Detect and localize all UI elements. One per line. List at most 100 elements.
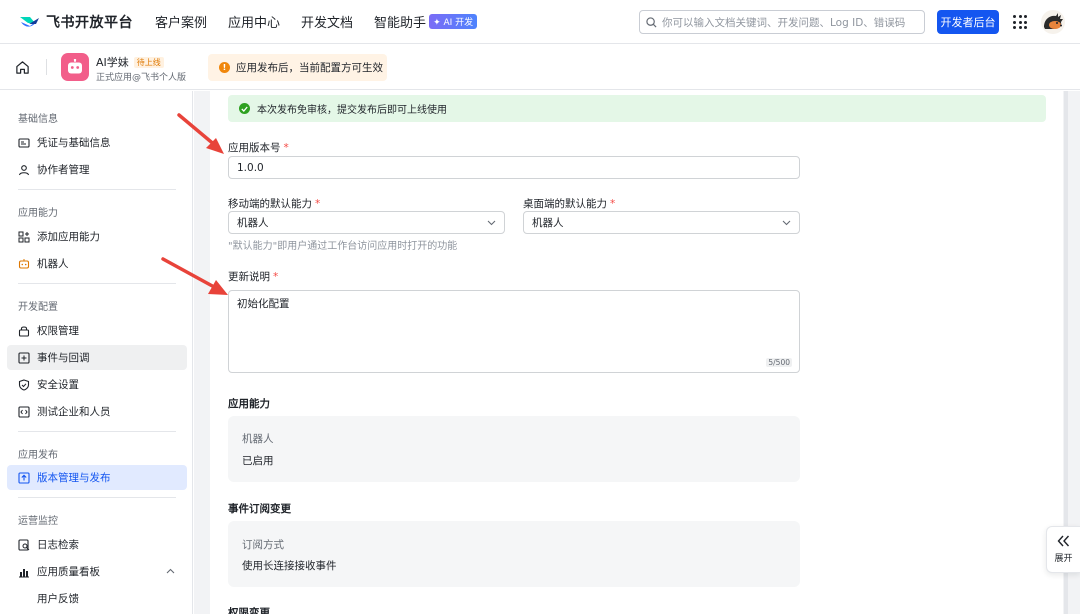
capabilities-box: 机器人 已启用 (228, 416, 800, 482)
expand-label: 展开 (1054, 554, 1073, 564)
top-navigation-bar: 飞书开放平台 客户案例 应用中心 开发文档 智能助手 ✦ AI 开发 你可以输入… (0, 0, 1080, 44)
app-subtitle: 正式应用@飞书个人版 (96, 73, 187, 83)
capability-status: 已启用 (242, 455, 274, 467)
capabilities-section-title: 应用能力 (228, 398, 270, 410)
sidebar-item-test-users[interactable]: 测试企业和人员 (7, 399, 187, 424)
user-icon (18, 164, 30, 176)
mobile-default-select[interactable]: 机器人 (228, 211, 505, 234)
search-input[interactable]: 你可以输入文档关键词、开发问题、Log ID、错误码 (639, 10, 925, 34)
desktop-default-value: 机器人 (532, 217, 564, 229)
sidebar-item-events[interactable]: 事件与回调 (7, 345, 187, 370)
sidebar-item-add-capability[interactable]: 添加应用能力 (7, 224, 187, 249)
sidebar-item-robot[interactable]: 机器人 (7, 251, 187, 276)
warning-icon: ! (219, 62, 230, 73)
version-label: 应用版本号 * (228, 140, 289, 155)
default-capability-hint: "默认能力"即用户通过工作台访问应用时打开的功能 (228, 241, 458, 252)
chevron-up-icon[interactable] (166, 568, 175, 574)
sidebar-item-label: 凭证与基础信息 (37, 137, 111, 149)
version-label-text: 应用版本号 (228, 142, 281, 154)
sidebar-item-label: 权限管理 (37, 325, 79, 337)
nav-dev-docs[interactable]: 开发文档 (301, 12, 353, 31)
search-icon (646, 16, 657, 28)
sidebar-item-label: 协作者管理 (37, 164, 90, 176)
version-field-value: 1.0.0 (237, 161, 264, 174)
app-grid-icon[interactable] (1013, 15, 1027, 29)
sidebar-item-credentials[interactable]: 凭证与基础信息 (7, 130, 187, 155)
sidebar-item-label: 应用质量看板 (37, 566, 100, 578)
release-notes-label-text: 更新说明 (228, 271, 270, 283)
chevron-down-icon (782, 220, 791, 225)
events-box: 订阅方式 使用长连接接收事件 (228, 521, 800, 587)
divider (46, 59, 47, 75)
sidebar-item-security[interactable]: 安全设置 (7, 372, 187, 397)
sidebar-item-label: 事件与回调 (37, 352, 90, 364)
subscription-method-label: 订阅方式 (242, 539, 284, 551)
robot-icon (18, 258, 30, 270)
mobile-default-value: 机器人 (237, 217, 269, 229)
sidebar-section-dev-config: 开发配置 (18, 302, 58, 313)
nav-app-center[interactable]: 应用中心 (228, 12, 280, 31)
divider (18, 431, 176, 432)
developer-console-button[interactable]: 开发者后台 (937, 10, 999, 34)
desktop-default-label-text: 桌面端的默认能力 (523, 198, 607, 210)
events-section-title: 事件订阅变更 (228, 503, 291, 515)
chart-icon (18, 566, 30, 578)
sidebar-item-quality-board[interactable]: 应用质量看板 (7, 559, 187, 584)
top-nav: 客户案例 应用中心 开发文档 智能助手 ✦ AI 开发 (155, 12, 498, 31)
app-name-row: AI学妹 待上线 (96, 54, 164, 70)
sidebar-section-publish: 应用发布 (18, 450, 58, 461)
publish-notice-text: 应用发布后，当前配置方可生效 (236, 62, 383, 74)
nav-customer-cases[interactable]: 客户案例 (155, 12, 207, 31)
lock-icon (18, 325, 30, 337)
app-name: AI学妹 (96, 56, 129, 69)
sidebar-section-monitoring: 运营监控 (18, 516, 58, 527)
desktop-default-label: 桌面端的默认能力 * (523, 196, 615, 211)
sidebar-item-log-search[interactable]: 日志检索 (7, 532, 187, 557)
release-notes-textarea[interactable]: 初始化配置 5/500 (228, 290, 800, 373)
main-content: 本次发布免审核，提交发布后即可上线使用 应用版本号 * 1.0.0 移动端的默认能… (194, 91, 1080, 614)
logo-text: 飞书开放平台 (46, 14, 133, 31)
capability-name: 机器人 (242, 433, 274, 445)
version-form-card: 本次发布免审核，提交发布后即可上线使用 应用版本号 * 1.0.0 移动端的默认能… (210, 91, 1063, 614)
hedgehog-avatar-icon (1044, 13, 1063, 29)
double-chevron-left-icon (1057, 535, 1070, 547)
version-field[interactable]: 1.0.0 (228, 156, 800, 179)
required-mark: * (610, 198, 616, 210)
desktop-default-select[interactable]: 机器人 (523, 211, 800, 234)
ai-dev-badge: ✦ AI 开发 (429, 14, 478, 29)
sidebar-item-label: 测试企业和人员 (37, 406, 111, 418)
sidebar-item-permissions[interactable]: 权限管理 (7, 318, 187, 343)
required-mark: * (273, 271, 279, 283)
release-notes-label: 更新说明 * (228, 269, 278, 284)
app-icon (61, 53, 89, 81)
sidebar-item-version-publish[interactable]: 版本管理与发布 (7, 465, 187, 490)
app-header-bar: AI学妹 待上线 正式应用@飞书个人版 ! 应用发布后，当前配置方可生效 (0, 45, 1080, 90)
expand-panel-button[interactable]: 展开 (1046, 526, 1080, 573)
divider (18, 497, 176, 498)
sidebar-item-label: 安全设置 (37, 379, 79, 391)
subscription-method-value: 使用长连接接收事件 (242, 560, 337, 572)
sidebar-item-collaborators[interactable]: 协作者管理 (7, 157, 187, 182)
avatar[interactable] (1041, 10, 1065, 34)
home-icon[interactable] (15, 60, 30, 75)
release-notes-value: 初始化配置 (237, 298, 290, 310)
sidebar-item-label: 用户反馈 (37, 593, 79, 605)
divider (18, 283, 176, 284)
log-search-icon (18, 538, 30, 551)
mobile-default-label-text: 移动端的默认能力 (228, 198, 312, 210)
publish-notice: ! 应用发布后，当前配置方可生效 (208, 54, 387, 81)
permissions-section-title: 权限变更 (228, 607, 270, 614)
chevron-down-icon (487, 220, 496, 225)
sidebar-item-label: 版本管理与发布 (37, 472, 111, 484)
sidebar-section-capabilities: 应用能力 (18, 208, 58, 219)
nav-ai-assistant[interactable]: 智能助手 ✦ AI 开发 (374, 12, 478, 31)
event-icon (18, 351, 30, 364)
check-circle-icon (239, 103, 250, 114)
shield-icon (18, 378, 30, 391)
feishu-logo-icon (20, 16, 39, 27)
divider (18, 189, 176, 190)
success-banner-text: 本次发布免审核，提交发布后即可上线使用 (257, 105, 447, 116)
logo[interactable]: 飞书开放平台 (18, 12, 133, 32)
required-mark: * (315, 198, 321, 210)
sidebar-item-user-feedback[interactable]: 用户反馈 (7, 586, 187, 611)
